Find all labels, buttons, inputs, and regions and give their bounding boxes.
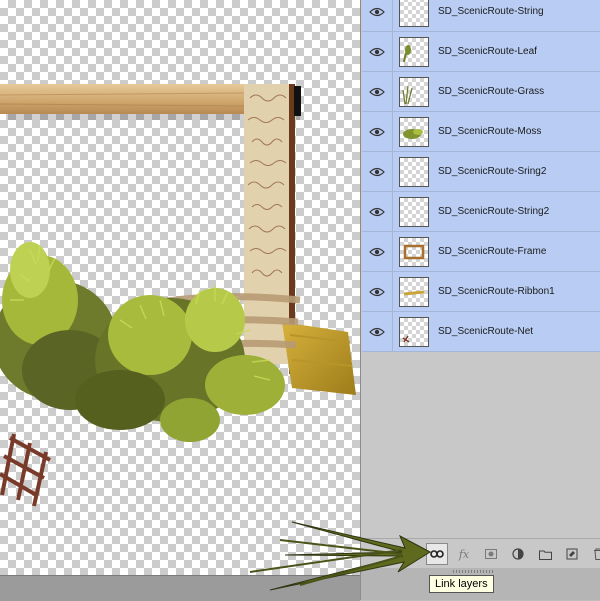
visibility-toggle[interactable] [362,112,393,151]
layers-footer-toolbar: fx [361,538,600,569]
layer-thumbnail [399,0,429,27]
layer-name: SD_ScenicRoute-String2 [438,206,549,217]
eye-icon [369,87,385,97]
layer-row[interactable]: SD_ScenicRoute-Net [362,312,600,352]
layer-row[interactable]: SD_ScenicRoute-String [362,0,600,32]
delete-layer-button[interactable] [587,543,600,565]
eye-icon [369,287,385,297]
eye-icon [369,7,385,17]
mask-icon [485,549,497,559]
fx-icon: fx [459,548,469,561]
new-layer-button[interactable] [561,543,583,565]
adjustment-layer-icon [512,548,524,560]
eye-icon [369,167,385,177]
link-icon [430,549,444,559]
visibility-toggle[interactable] [362,152,393,191]
layer-row[interactable]: SD_ScenicRoute-Frame [362,232,600,272]
trash-icon [593,548,600,560]
add-layer-style-button[interactable]: fx [453,543,475,565]
yellow-ribbon [282,322,356,395]
visibility-toggle[interactable] [362,32,393,71]
layer-name: SD_ScenicRoute-Frame [438,246,546,257]
layer-row[interactable]: SD_ScenicRoute-Ribbon1 [362,272,600,312]
eye-icon [369,327,385,337]
visibility-toggle[interactable] [362,72,393,111]
add-mask-button[interactable] [480,543,502,565]
layer-name: SD_ScenicRoute-Net [438,326,533,337]
layer-thumbnail [399,237,429,267]
link-layers-button[interactable] [426,543,448,565]
layer-thumbnail [399,317,429,347]
layer-name: SD_ScenicRoute-Moss [438,126,541,137]
canvas-status-bar [0,575,360,601]
layer-row[interactable]: SD_ScenicRoute-String2 [362,192,600,232]
layer-row[interactable]: SD_ScenicRoute-Leaf [362,32,600,72]
layer-row[interactable]: SD_ScenicRoute-Moss [362,112,600,152]
link-layers-tooltip: Link layers [429,575,494,593]
folder-icon [539,549,552,560]
eye-icon [369,47,385,57]
layer-row[interactable]: SD_ScenicRoute-Sring2 [362,152,600,192]
document-canvas[interactable] [0,0,360,575]
layer-name: SD_ScenicRoute-String [438,6,544,17]
layer-name: SD_ScenicRoute-Sring2 [438,166,546,177]
layer-name: SD_ScenicRoute-Grass [438,86,544,97]
visibility-toggle[interactable] [362,0,393,31]
layer-thumbnail [399,157,429,187]
eye-icon [369,127,385,137]
visibility-toggle[interactable] [362,312,393,351]
layer-thumbnail [399,37,429,67]
visibility-toggle[interactable] [362,192,393,231]
layer-thumbnail [399,117,429,147]
layer-name: SD_ScenicRoute-Leaf [438,46,537,57]
new-group-button[interactable] [534,543,556,565]
brown-net [0,434,50,506]
visibility-toggle[interactable] [362,272,393,311]
adjustment-layer-button[interactable] [507,543,529,565]
eye-icon [369,207,385,217]
wood-frame-top [0,84,245,114]
new-layer-icon [566,548,578,560]
eye-icon [369,247,385,257]
layer-thumbnail [399,197,429,227]
layer-thumbnail [399,77,429,107]
visibility-toggle[interactable] [362,232,393,271]
layers-panel: SD_ScenicRoute-String SD_ScenicRoute-Lea… [360,0,600,600]
layer-thumbnail [399,277,429,307]
layer-name: SD_ScenicRoute-Ribbon1 [438,286,555,297]
scrapbook-artwork [0,0,360,575]
layer-row[interactable]: SD_ScenicRoute-Grass [362,72,600,112]
resize-grip[interactable] [453,570,493,573]
